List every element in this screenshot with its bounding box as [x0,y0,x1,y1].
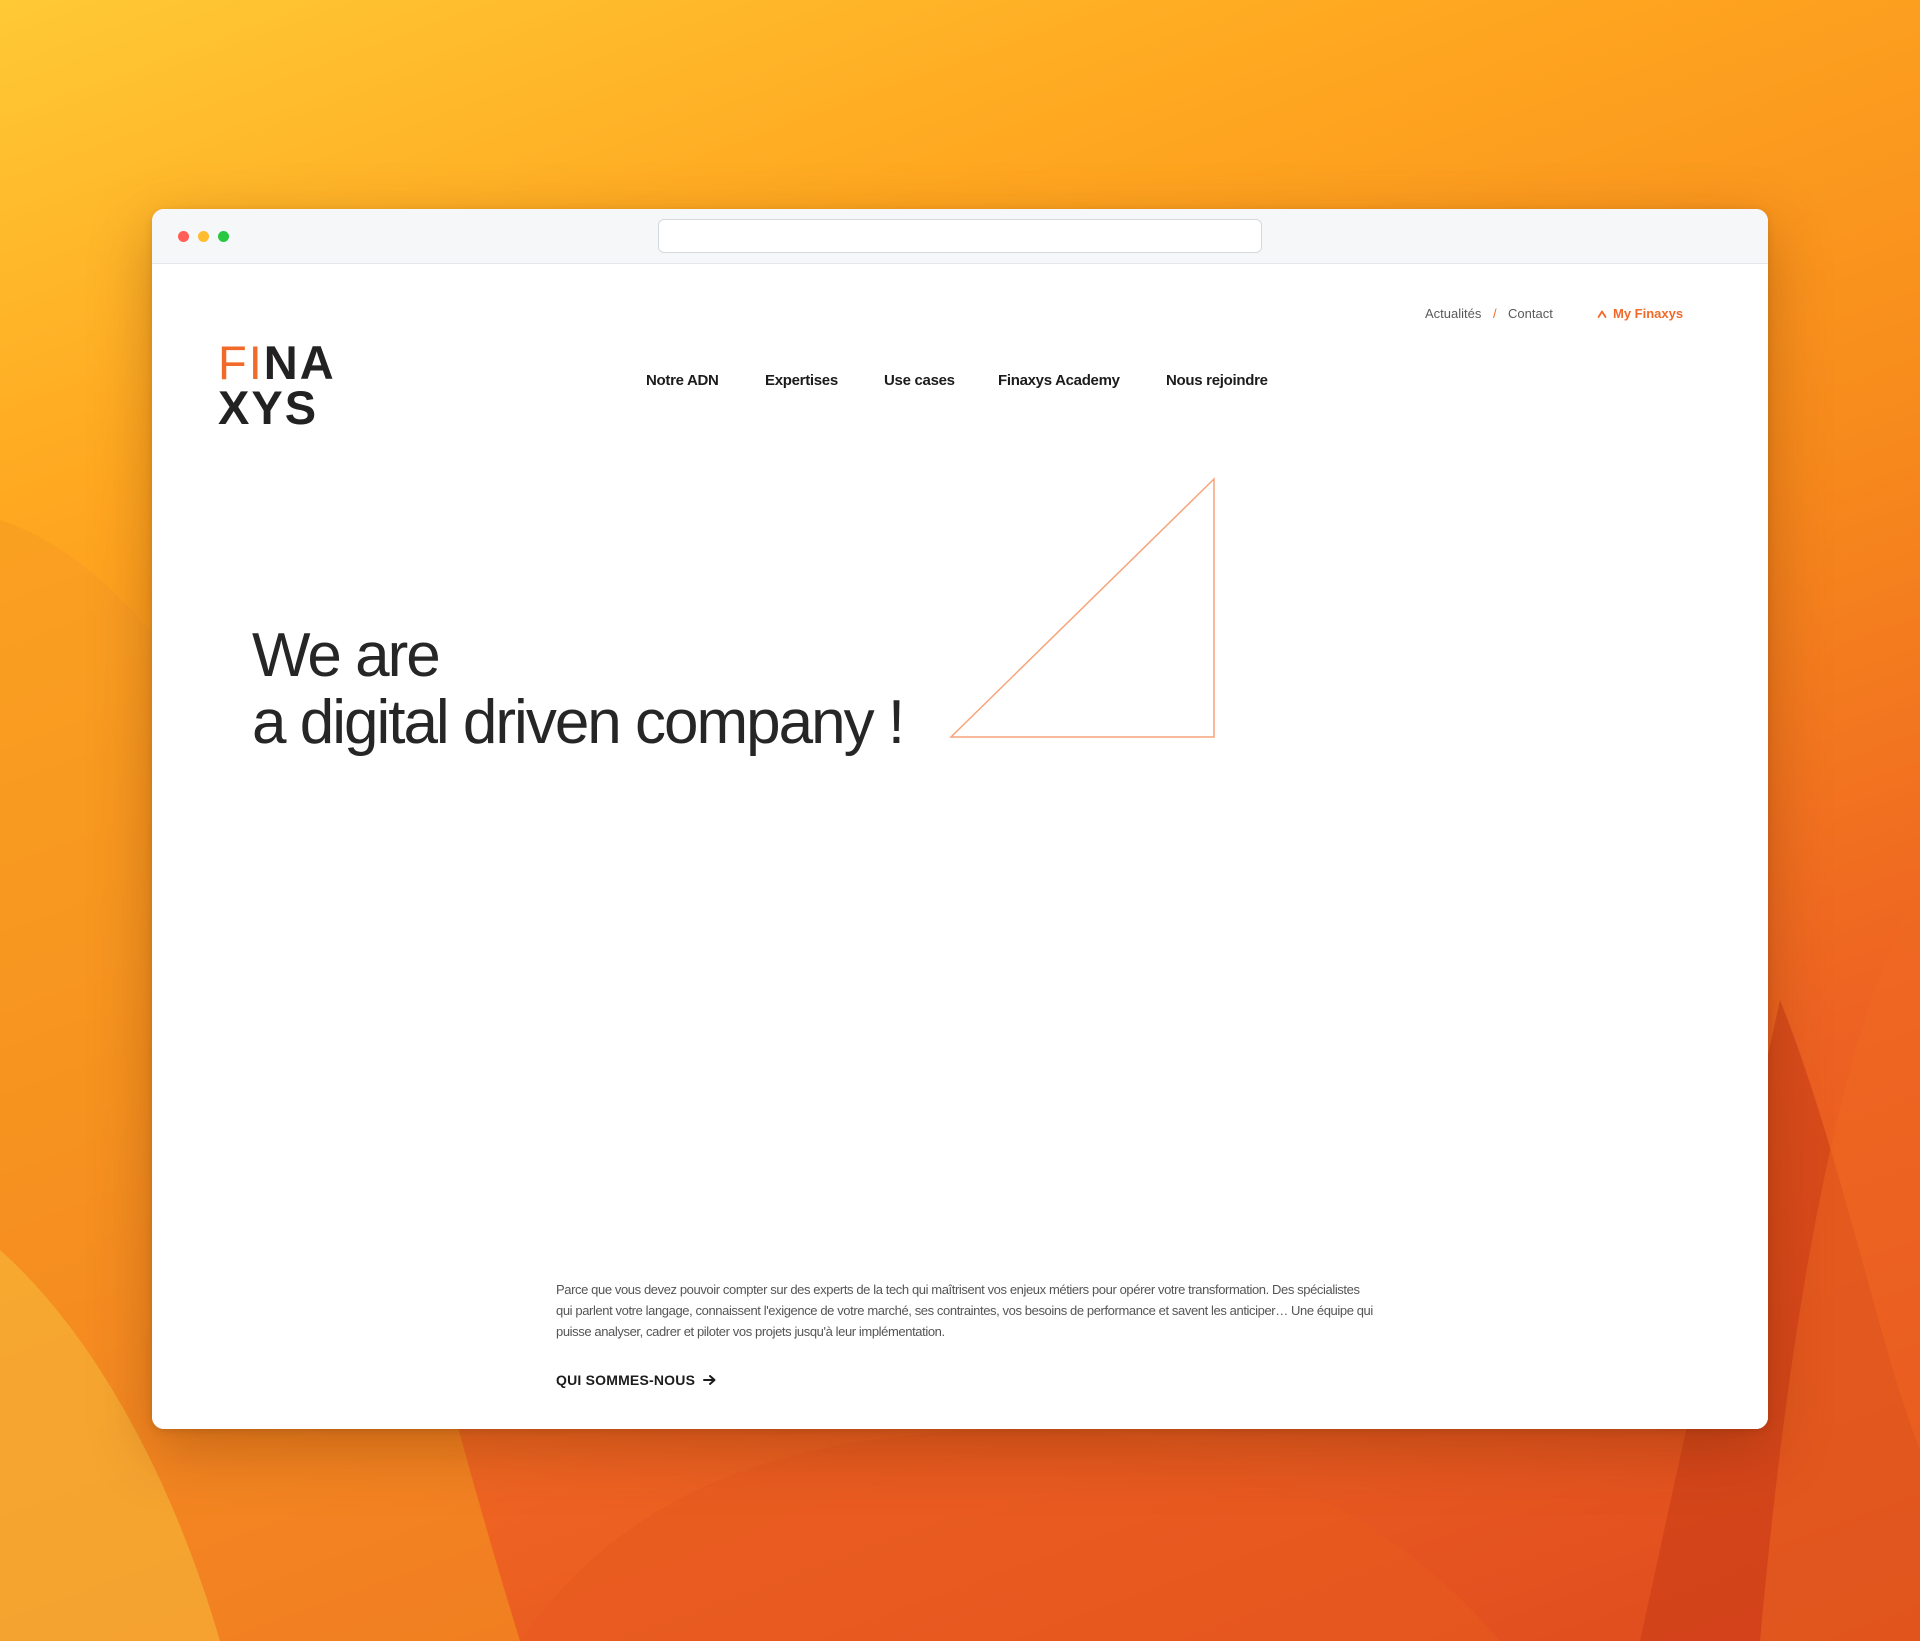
webpage: Actualités / Contact My Finaxys FINA XYS… [152,264,1768,1429]
browser-window: Actualités / Contact My Finaxys FINA XYS… [152,209,1768,1429]
intro-paragraph: Parce que vous devez pouvoir compter sur… [556,1282,1373,1339]
close-window-button[interactable] [178,231,189,242]
decorative-triangle [949,477,1215,738]
maximize-window-button[interactable] [218,231,229,242]
minimize-window-button[interactable] [198,231,209,242]
address-bar[interactable] [658,219,1262,253]
qui-sommes-nous-link[interactable]: QUI SOMMES-NOUS [556,1372,717,1388]
cta-label: QUI SOMMES-NOUS [556,1372,696,1388]
arrow-right-icon [703,1375,716,1385]
browser-titlebar [152,209,1768,264]
